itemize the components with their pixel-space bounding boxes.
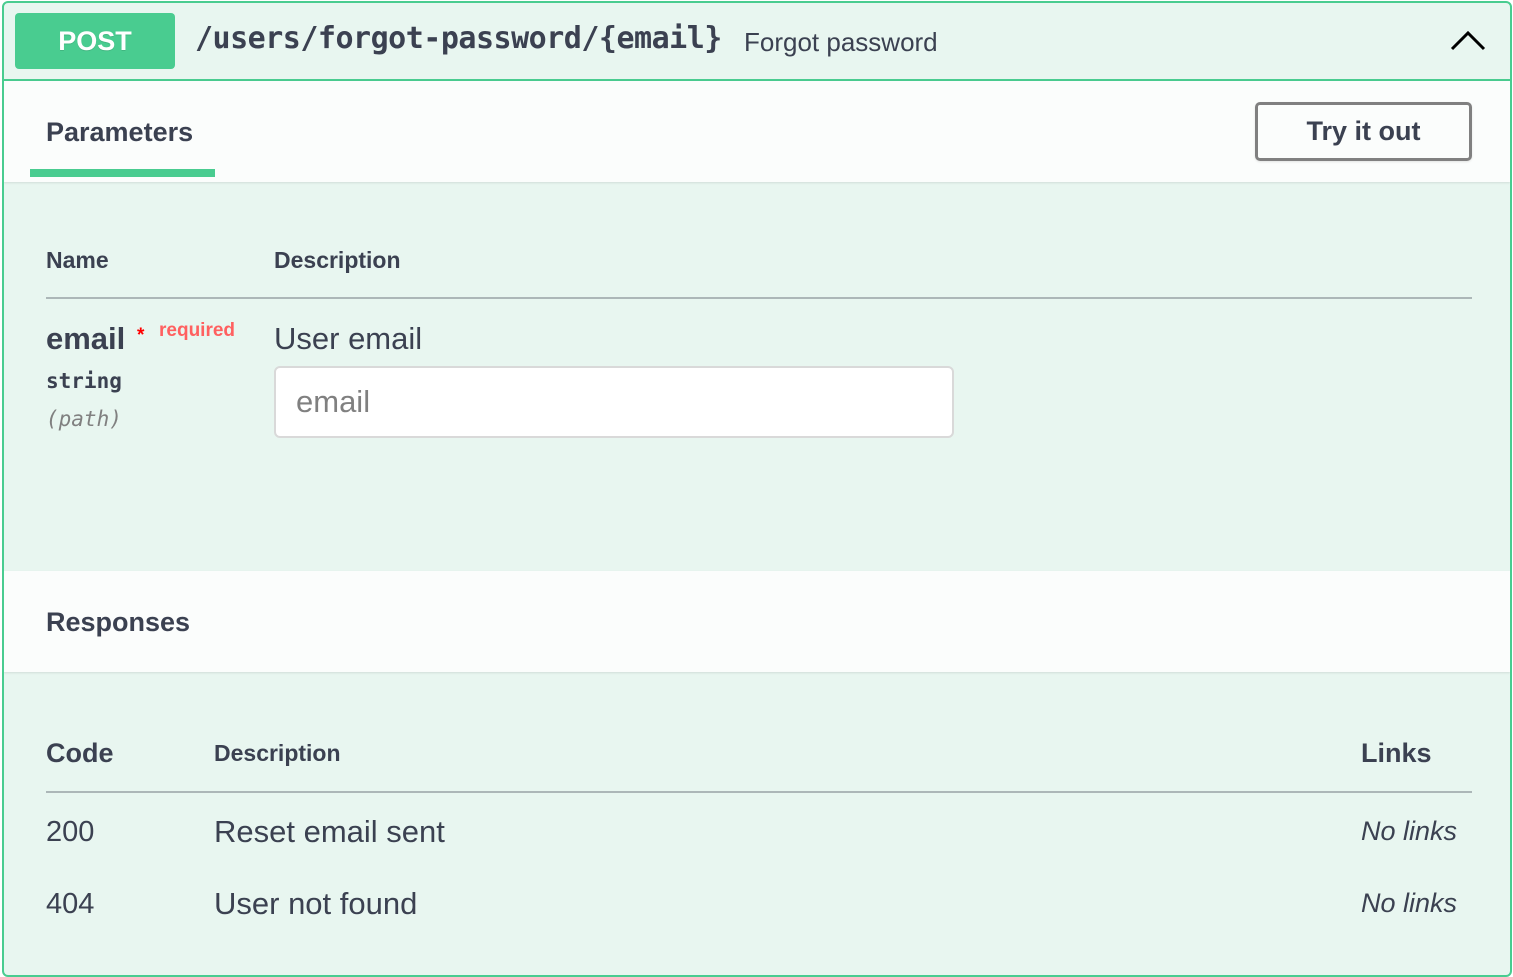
divider: [46, 791, 1472, 793]
responses-header: Responses: [4, 571, 1510, 672]
column-header-links: Links: [1361, 738, 1432, 768]
column-header-description: Description: [214, 740, 341, 766]
column-header-description: Description: [274, 247, 401, 273]
tab-parameters[interactable]: Parameters: [46, 117, 193, 148]
active-tab-indicator: [30, 169, 215, 177]
response-description: User not found: [214, 886, 418, 921]
required-star: *: [137, 325, 145, 346]
operation-block: POST /users/forgot-password/{email} Forg…: [2, 1, 1512, 977]
parameter-name: email: [46, 321, 126, 356]
parameters-header: Parameters Try it out: [4, 81, 1510, 182]
operation-summary[interactable]: POST /users/forgot-password/{email} Forg…: [4, 3, 1510, 81]
divider: [46, 297, 1472, 299]
chevron-up-icon[interactable]: [1448, 23, 1488, 55]
parameter-description: User email: [274, 321, 423, 356]
column-header-code: Code: [46, 738, 114, 768]
response-links: No links: [1361, 816, 1458, 846]
responses-title: Responses: [46, 607, 191, 637]
endpoint-path: /users/forgot-password/{email}: [195, 21, 722, 56]
response-links: No links: [1361, 888, 1458, 918]
column-header-name: Name: [46, 247, 109, 273]
parameter-location: (path): [46, 407, 122, 431]
email-input[interactable]: [274, 366, 954, 438]
method-badge: POST: [15, 13, 175, 69]
response-code: 200: [46, 816, 95, 848]
parameter-type: string: [46, 369, 122, 393]
required-label: required: [159, 320, 236, 341]
response-description: Reset email sent: [214, 814, 445, 849]
try-it-out-button[interactable]: Try it out: [1255, 102, 1472, 161]
response-code: 404: [46, 888, 95, 920]
operation-summary-text: Forgot password: [744, 27, 938, 57]
